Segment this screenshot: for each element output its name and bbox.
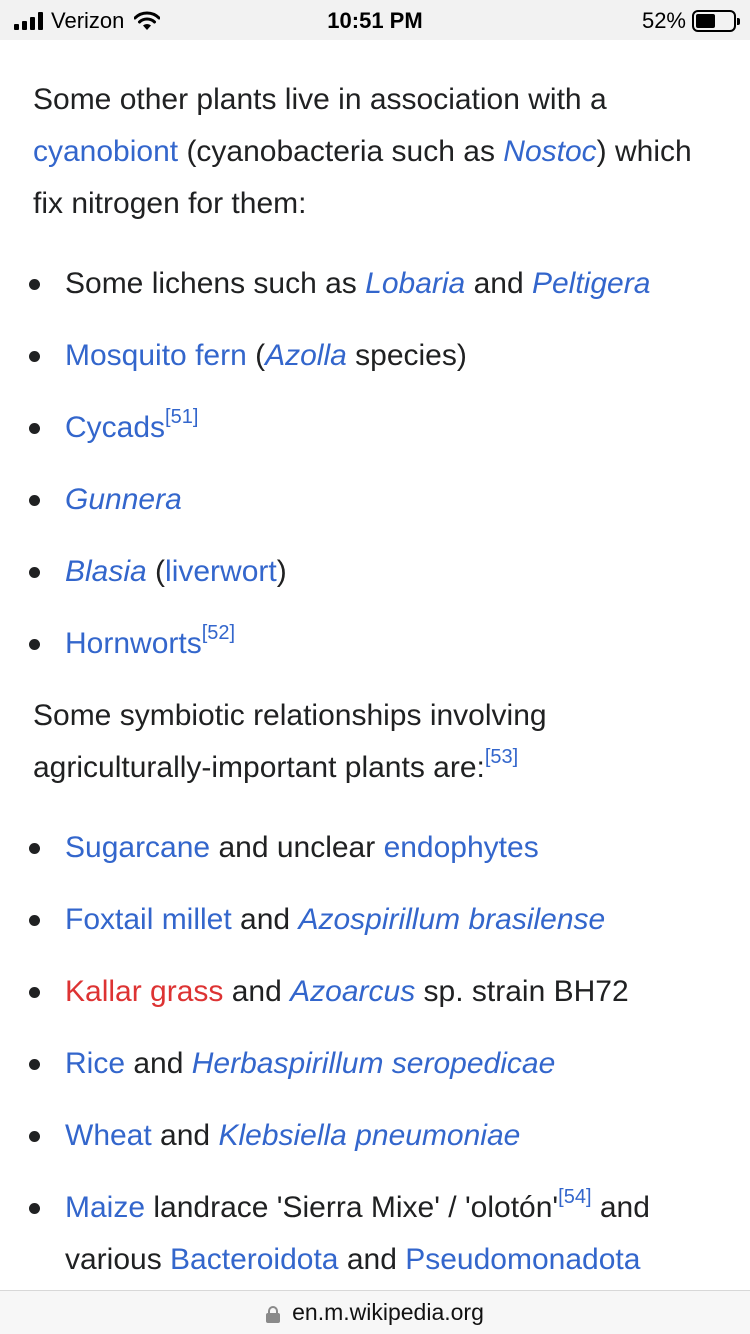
list-item: Gunnera [0, 474, 750, 526]
bullet [29, 495, 40, 506]
paragraph-agricultural: Some symbiotic relationships involving a… [33, 690, 723, 794]
text: species) [346, 339, 467, 372]
bullet [29, 1203, 40, 1214]
link-blasia-label: Blasia [65, 555, 147, 588]
citation-53[interactable]: [53] [485, 746, 518, 768]
link-azospirillum-label: Azospirillum brasilense [298, 903, 606, 936]
link-pseudomonadota[interactable]: Pseudomonadota [405, 1243, 640, 1276]
link-azoarcus-label: Azoarcus [290, 975, 416, 1008]
link-liverwort[interactable]: liverwort [165, 555, 277, 588]
text: and [338, 1243, 406, 1276]
list-item: Maize landrace 'Sierra Mixe' / 'olotón'[… [0, 1182, 750, 1286]
link-cycads[interactable]: Cycads [65, 411, 165, 444]
link-peltigera-label: Peltigera [531, 267, 651, 300]
link-nostoc-label: Nostoc [503, 135, 597, 168]
link-azoarcus[interactable]: Azoarcus [290, 975, 415, 1008]
bullet [29, 423, 40, 434]
battery-fill [696, 14, 715, 28]
list-item: Kallar grass and Azoarcus sp. strain BH7… [0, 966, 750, 1018]
link-klebsiella-pneumoniae[interactable]: Klebsiella pneumoniae [218, 1119, 520, 1152]
list-item: Cycads[51] [0, 402, 750, 454]
text: and [125, 1047, 192, 1080]
citation-54[interactable]: [54] [558, 1186, 591, 1208]
link-herbaspirillum-seropedicae[interactable]: Herbaspirillum seropedicae [192, 1047, 556, 1080]
text: Some symbiotic relationships involving a… [33, 699, 547, 784]
text: and [151, 1119, 219, 1152]
text: and [231, 903, 299, 936]
clock: 10:51 PM [327, 8, 423, 33]
list-item: Sugarcane and unclear endophytes [0, 822, 750, 874]
link-bacteroidota[interactable]: Bacteroidota [170, 1243, 338, 1276]
link-lobaria[interactable]: Lobaria [365, 267, 465, 300]
link-cyanobiont[interactable]: cyanobiont [33, 135, 178, 168]
text: landrace 'Sierra Mixe' / 'olotón' [145, 1191, 559, 1224]
status-bar: Verizon 10:51 PM 52% [0, 0, 750, 40]
list-item: Wheat and Klebsiella pneumoniae [0, 1110, 750, 1162]
link-azolla-label: Azolla [265, 339, 347, 372]
bullet [29, 843, 40, 854]
link-azolla[interactable]: Azolla [265, 339, 347, 372]
link-wheat[interactable]: Wheat [65, 1119, 152, 1152]
text: sp. strain BH72 [415, 975, 629, 1008]
text: and [223, 975, 291, 1008]
url-text: en.m.wikipedia.org [292, 1299, 484, 1325]
status-right: 52% [641, 8, 740, 34]
bullet [29, 915, 40, 926]
citation-51[interactable]: [51] [165, 406, 198, 428]
list-item: Mosquito fern (Azolla species) [0, 330, 750, 382]
list-item: Some lichens such as Lobaria and Peltige… [0, 258, 750, 310]
text: ( [246, 339, 266, 372]
link-nostoc[interactable]: Nostoc [503, 135, 596, 168]
text: and [465, 267, 532, 300]
bullet [29, 567, 40, 578]
bullet [29, 639, 40, 650]
article-content: Some other plants live in association wi… [0, 40, 750, 1290]
bullet [29, 1131, 40, 1142]
bullet [29, 987, 40, 998]
link-endophytes[interactable]: endophytes [384, 831, 539, 864]
paragraph-cyanobiont: Some other plants live in association wi… [33, 74, 723, 230]
list-item: Rice and Herbaspirillum seropedicae [0, 1038, 750, 1090]
bullet [29, 279, 40, 290]
browser-url-bar[interactable]: en.m.wikipedia.org [0, 1290, 750, 1334]
link-kallar-grass[interactable]: Kallar grass [65, 975, 223, 1008]
cyanobiont-plant-list: Some lichens such as Lobaria and Peltige… [0, 258, 750, 690]
text: and unclear [210, 831, 384, 864]
list-item: Foxtail millet and Azospirillum brasilen… [0, 894, 750, 946]
link-peltigera[interactable]: Peltigera [532, 267, 650, 300]
bullet [29, 1059, 40, 1070]
battery-percent: 52% [641, 8, 686, 33]
bullet [29, 351, 40, 362]
text: ) [276, 555, 287, 588]
link-mosquito-fern[interactable]: Mosquito fern [65, 339, 247, 372]
battery-icon [692, 10, 740, 32]
agricultural-symbiosis-list: Sugarcane and unclear endophytes Foxtail… [0, 822, 750, 1290]
link-herbaspirillum-label: Herbaspirillum seropedicae [191, 1047, 556, 1080]
link-maize[interactable]: Maize [65, 1191, 145, 1224]
link-gunnera-label: Gunnera [65, 483, 182, 516]
lock-icon [266, 1305, 281, 1323]
link-azospirillum-brasilense[interactable]: Azospirillum brasilense [298, 903, 605, 936]
text: ( [146, 555, 166, 588]
text: (cyanobacteria such as [178, 135, 504, 168]
link-gunnera[interactable]: Gunnera [65, 483, 182, 516]
link-rice[interactable]: Rice [65, 1047, 125, 1080]
link-klebsiella-label: Klebsiella pneumoniae [218, 1119, 521, 1152]
text: Some lichens such as [65, 267, 366, 300]
text: Some other plants live in association wi… [33, 83, 607, 116]
link-blasia[interactable]: Blasia [65, 555, 147, 588]
link-sugarcane[interactable]: Sugarcane [65, 831, 210, 864]
citation-52[interactable]: [52] [202, 622, 235, 644]
list-item: Hornworts[52] [0, 618, 750, 670]
link-hornworts[interactable]: Hornworts [65, 627, 202, 660]
list-item: Blasia (liverwort) [0, 546, 750, 598]
link-foxtail-millet[interactable]: Foxtail millet [65, 903, 232, 936]
link-lobaria-label: Lobaria [365, 267, 466, 300]
